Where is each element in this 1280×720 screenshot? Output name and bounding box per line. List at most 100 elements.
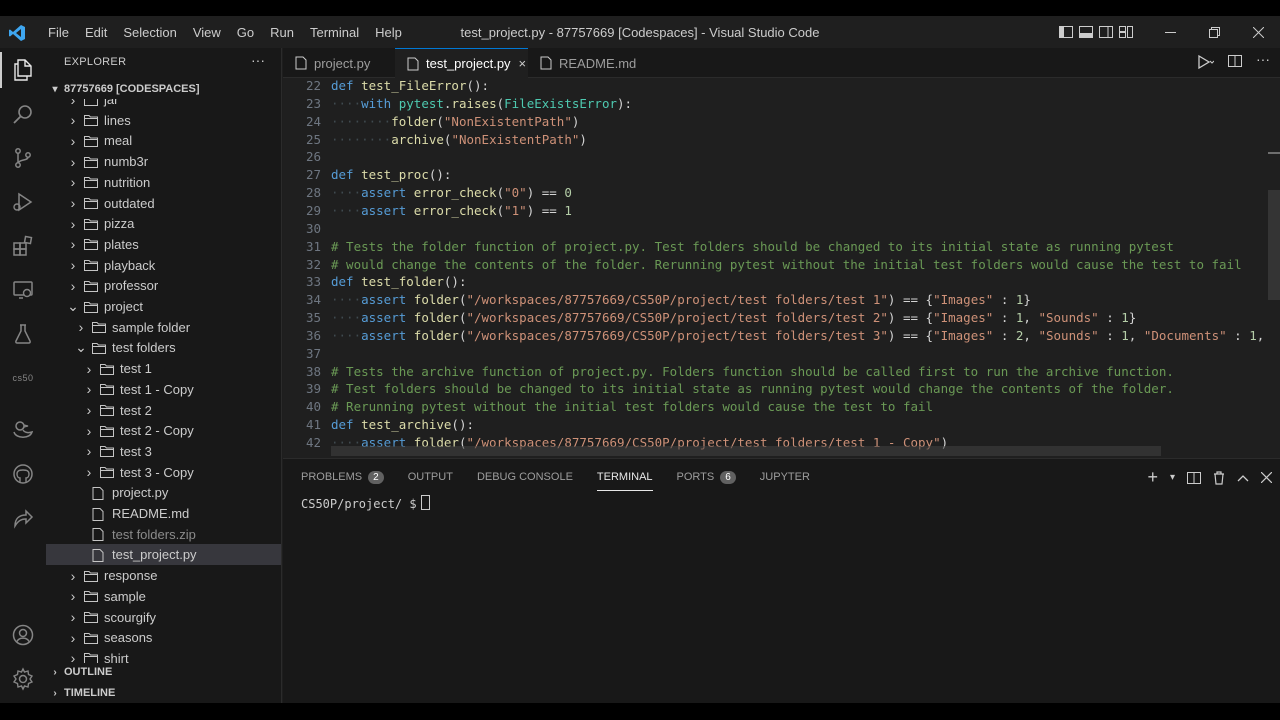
chevron-right-icon[interactable]: › [66,588,80,604]
ducky-icon[interactable] [0,408,46,452]
menu-item-run[interactable]: Run [262,25,302,40]
tree-folder-item[interactable]: › nutrition [46,172,281,193]
extensions-icon[interactable] [0,224,46,268]
tree-folder-item[interactable]: › plates [46,234,281,255]
tree-folder-item[interactable]: › response [46,565,281,586]
maximize-panel-icon[interactable] [1237,474,1249,482]
tab-readme-md[interactable]: README.md [528,48,648,78]
tree-folder-item[interactable]: › test 3 - Copy [46,462,281,483]
github-icon[interactable] [0,452,46,496]
tree-folder-item[interactable]: › seasons [46,627,281,648]
restore-icon[interactable] [1192,16,1236,48]
timeline-section-header[interactable]: › TIMELINE [46,682,281,703]
explorer-icon[interactable] [0,48,46,92]
chevron-right-icon[interactable]: › [74,319,88,335]
tree-folder-item[interactable]: › lines [46,110,281,131]
tree-folder-item[interactable]: › sample [46,586,281,607]
chevron-right-icon[interactable]: › [66,609,80,625]
chevron-right-icon[interactable]: › [66,568,80,584]
split-terminal-icon[interactable] [1187,471,1201,485]
tab-project-py[interactable]: project.py [283,48,395,78]
tree-folder-item[interactable]: › professor [46,275,281,296]
workspace-section-header[interactable]: ▾ 87757669 [CODESPACES] [46,78,281,100]
chevron-right-icon[interactable]: › [66,236,80,252]
chevron-right-icon[interactable]: › [66,195,80,211]
tree-folder-item[interactable]: › outdated [46,193,281,214]
chevron-right-icon[interactable]: › [66,278,80,294]
close-panel-icon[interactable] [1261,472,1272,483]
toggle-primary-sidebar-icon[interactable] [1056,16,1076,48]
chevron-right-icon[interactable]: › [66,112,80,128]
chevron-right-icon[interactable]: › [82,423,96,439]
chevron-right-icon[interactable]: › [82,443,96,459]
menu-item-help[interactable]: Help [367,25,410,40]
tree-folder-item[interactable]: › test 1 [46,358,281,379]
tree-folder-item[interactable]: › test 1 - Copy [46,379,281,400]
tree-folder-item[interactable]: › test 2 - Copy [46,420,281,441]
code-area[interactable]: 22 def test_FileError(): 23 ····with pytest… [283,78,1268,458]
tree-file-item[interactable]: project.py [46,482,281,503]
close-tab-icon[interactable]: × [519,56,527,71]
chevron-down-icon[interactable]: ⌄ [66,298,80,315]
run-debug-icon[interactable] [0,180,46,224]
testing-icon[interactable] [0,312,46,356]
chevron-right-icon[interactable]: › [66,174,80,190]
chevron-right-icon[interactable]: › [66,630,80,646]
chevron-right-icon[interactable]: › [66,133,80,149]
panel-tab-jupyter[interactable]: JUPYTER [760,465,810,489]
chevron-right-icon[interactable]: › [66,216,80,232]
tree-folder-item[interactable]: › numb3r [46,151,281,172]
panel-tab-debug-console[interactable]: DEBUG CONSOLE [477,465,573,489]
run-python-file-icon[interactable] [1196,54,1214,70]
trash-icon[interactable] [1213,470,1225,485]
tree-folder-item[interactable]: ⌄ test folders [46,337,281,358]
vertical-scrollbar[interactable] [1268,190,1280,300]
split-editor-icon[interactable] [1228,54,1242,68]
tree-file-item[interactable]: README.md [46,503,281,524]
menu-item-selection[interactable]: Selection [115,25,184,40]
live-share-icon[interactable] [0,496,46,540]
tree-folder-item[interactable]: › pizza [46,213,281,234]
toggle-panel-icon[interactable] [1076,16,1096,48]
panel-tab-output[interactable]: OUTPUT [408,465,453,489]
new-terminal-icon[interactable]: + [1147,467,1158,488]
outline-section-header[interactable]: › OUTLINE [46,661,281,683]
chevron-right-icon[interactable]: › [82,464,96,480]
chevron-right-icon[interactable]: › [82,361,96,377]
remote-explorer-icon[interactable] [0,268,46,312]
tree-file-item[interactable]: test_project.py [46,544,281,566]
tree-folder-item[interactable]: › sample folder [46,317,281,338]
accounts-icon[interactable] [0,613,46,657]
tree-folder-item[interactable]: ⌄ project [46,296,281,317]
terminal[interactable]: CS50P/project/ $ [301,495,430,511]
tree-folder-item[interactable]: › scourgify [46,607,281,628]
menu-item-go[interactable]: Go [229,25,262,40]
menu-item-file[interactable]: File [40,25,77,40]
panel-tab-terminal[interactable]: TERMINAL [596,465,653,491]
search-icon[interactable] [0,92,46,136]
cs50-icon[interactable]: cs50 [0,356,46,400]
menu-item-terminal[interactable]: Terminal [302,25,367,40]
tree-folder-item[interactable]: › test 3 [46,441,281,462]
more-actions-icon[interactable]: ··· [1256,51,1270,70]
chevron-right-icon[interactable]: › [82,402,96,418]
settings-gear-icon[interactable] [0,657,46,701]
panel-tab-ports[interactable]: PORTS 6 [677,465,736,489]
source-control-icon[interactable] [0,136,46,180]
chevron-down-icon[interactable]: ▾ [1170,472,1175,483]
more-actions-icon[interactable]: ··· [251,52,265,68]
close-window-icon[interactable] [1236,16,1280,48]
panel-tab-problems[interactable]: PROBLEMS 2 [301,465,384,489]
chevron-right-icon[interactable]: › [82,381,96,397]
tree-folder-item[interactable]: › meal [46,130,281,151]
horizontal-scrollbar[interactable] [331,446,1161,456]
tree-file-item[interactable]: test folders.zip [46,524,281,545]
chevron-right-icon[interactable]: › [66,154,80,170]
chevron-right-icon[interactable]: › [66,257,80,273]
chevron-down-icon[interactable]: ⌄ [74,339,88,356]
tree-folder-item[interactable]: › test 2 [46,400,281,421]
tab-test-project-py[interactable]: test_project.py × [395,48,528,78]
menu-item-view[interactable]: View [185,25,229,40]
toggle-secondary-sidebar-icon[interactable] [1096,16,1116,48]
tree-folder-item[interactable]: › playback [46,255,281,276]
